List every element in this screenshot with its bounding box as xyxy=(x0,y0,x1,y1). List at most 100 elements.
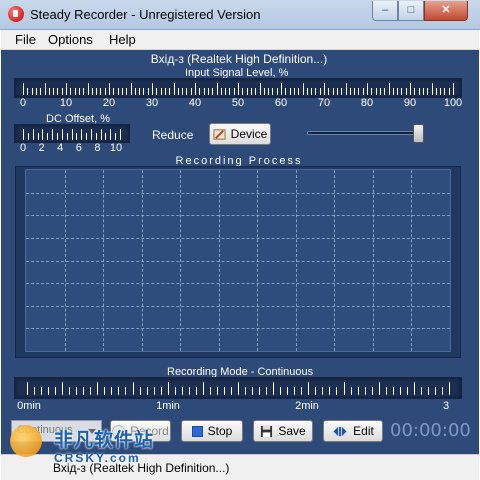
scale-tick xyxy=(56,133,58,140)
scale-tick xyxy=(273,382,275,395)
scale-tick xyxy=(293,87,295,95)
input-signal-ticks xyxy=(23,83,454,95)
device-button[interactable]: Device xyxy=(209,123,271,145)
scale-tick xyxy=(252,387,254,395)
menu-file[interactable]: File xyxy=(15,32,36,47)
scale-tick xyxy=(223,387,225,395)
scale-tick xyxy=(47,133,49,140)
edit-button[interactable]: Edit xyxy=(323,420,383,442)
scale-tick xyxy=(324,83,325,95)
scale-tick xyxy=(298,87,300,95)
scale-tick xyxy=(27,382,28,395)
scale-tick xyxy=(41,387,43,395)
reduce-slider-thumb[interactable] xyxy=(413,124,424,143)
scale-tick xyxy=(238,83,239,95)
scale-tick xyxy=(379,87,381,95)
scale-tick xyxy=(110,129,112,140)
scale-tick xyxy=(109,83,110,95)
scale-tick xyxy=(62,382,64,395)
stop-button-label: Stop xyxy=(207,424,233,438)
scale-tick xyxy=(378,382,380,395)
scale-label: 80 xyxy=(360,97,374,109)
scale-tick xyxy=(399,387,401,395)
scale-tick xyxy=(225,87,227,95)
scale-tick xyxy=(294,387,296,395)
scale-tick xyxy=(242,87,244,95)
scale-tick xyxy=(23,83,24,95)
scale-tick xyxy=(160,87,162,95)
scale-tick xyxy=(55,387,57,395)
scale-tick xyxy=(418,87,420,95)
watermark: 非凡软件站 CRSKY.com xyxy=(6,425,166,475)
scale-tick xyxy=(319,87,321,95)
save-button-label: Save xyxy=(278,424,306,438)
scale-label: 8 xyxy=(94,142,101,154)
stop-button[interactable]: Stop xyxy=(181,420,243,442)
scale-tick xyxy=(182,87,184,95)
scale-tick xyxy=(90,387,92,395)
scale-tick xyxy=(308,382,310,395)
scale-tick xyxy=(332,87,334,95)
scale-tick xyxy=(216,387,218,395)
minimize-button[interactable]: – xyxy=(372,1,398,21)
scale-tick xyxy=(61,87,63,95)
scale-tick xyxy=(104,387,106,395)
scale-tick xyxy=(34,387,36,395)
grid-line xyxy=(26,215,450,217)
scale-tick xyxy=(212,87,214,95)
scale-label: 40 xyxy=(188,97,202,109)
close-button[interactable]: ✕ xyxy=(424,1,468,21)
scale-tick xyxy=(413,382,415,395)
input-signal-meter xyxy=(14,78,462,98)
watermark-logo-icon xyxy=(10,425,42,457)
scale-tick xyxy=(427,87,429,95)
scale-tick xyxy=(385,387,387,395)
scale-tick xyxy=(285,87,287,95)
menu-help[interactable]: Help xyxy=(109,32,136,47)
scale-tick xyxy=(357,387,359,395)
dc-offset-ticks xyxy=(23,129,121,140)
scale-tick xyxy=(117,87,119,95)
scale-tick xyxy=(410,83,411,95)
scale-tick xyxy=(350,387,352,395)
scale-label: 20 xyxy=(102,97,116,109)
scale-tick xyxy=(229,87,231,95)
scale-tick xyxy=(328,87,330,95)
scale-label: 50 xyxy=(231,97,245,109)
scale-tick xyxy=(100,129,102,140)
scale-tick xyxy=(343,382,345,395)
scale-tick xyxy=(358,87,360,95)
scale-tick xyxy=(371,387,373,395)
reduce-label: Reduce xyxy=(152,128,194,142)
scale-label: 0 xyxy=(19,142,27,154)
maximize-button[interactable]: □ xyxy=(398,1,424,21)
scale-tick xyxy=(336,387,338,395)
scale-tick xyxy=(401,87,403,95)
save-button[interactable]: Save xyxy=(253,420,313,442)
scale-tick xyxy=(44,83,46,95)
scale-tick xyxy=(209,387,211,395)
scale-tick xyxy=(453,83,454,95)
scale-tick xyxy=(362,87,364,95)
scale-tick xyxy=(125,387,127,395)
reduce-slider-track[interactable] xyxy=(307,131,423,135)
scale-tick xyxy=(83,87,85,95)
scale-tick xyxy=(37,133,39,140)
scale-tick xyxy=(113,87,115,95)
scale-label: 2 xyxy=(38,142,45,154)
scale-tick xyxy=(32,129,34,140)
scale-label: 30 xyxy=(145,97,159,109)
scale-tick xyxy=(69,387,71,395)
scale-tick xyxy=(364,387,366,395)
menu-options[interactable]: Options xyxy=(48,32,93,47)
scale-tick xyxy=(147,87,149,95)
window-title: Steady Recorder - Unregistered Version xyxy=(30,7,261,22)
scale-tick xyxy=(91,87,93,95)
scale-tick xyxy=(126,87,128,95)
stop-icon xyxy=(191,425,203,437)
scale-tick xyxy=(367,83,368,95)
scale-tick xyxy=(190,87,192,95)
scale-tick xyxy=(118,387,120,395)
scale-tick xyxy=(448,87,450,95)
scale-tick xyxy=(143,87,145,95)
